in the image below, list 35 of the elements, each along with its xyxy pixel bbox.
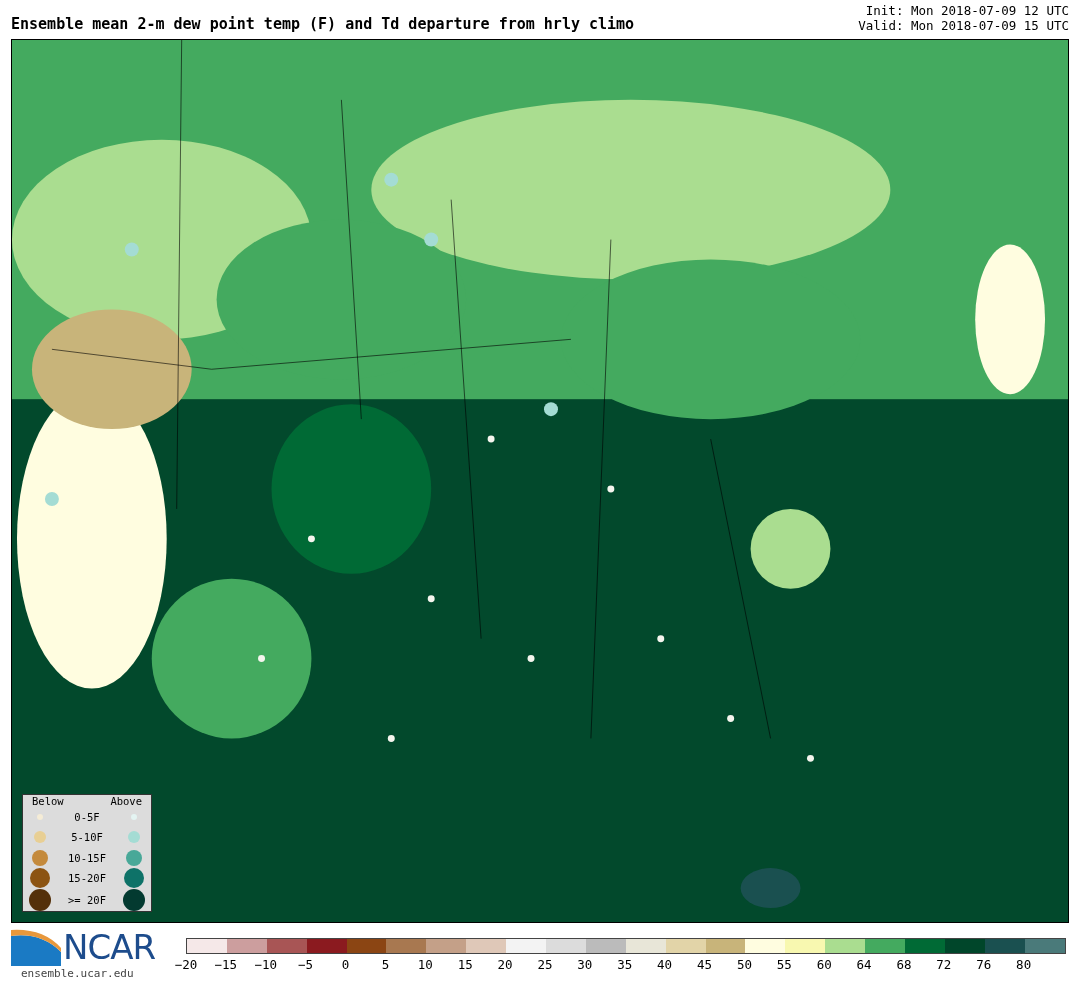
tick-label: 76 [975,957,993,972]
tick-label: 10 [416,957,434,972]
logo-text: NCAR [63,927,156,967]
legend-label: 5-10F [70,831,104,844]
tick-label: −15 [213,957,239,972]
tick-label: 30 [576,957,594,972]
legend-label: 10-15F [67,851,107,864]
tick-label: −10 [253,957,278,972]
tick-label: 45 [696,957,714,972]
below-heading: Below [32,794,64,807]
tick-label: 5 [380,957,391,972]
tick-label: 0 [340,957,351,972]
legend-label: 0-5F [73,810,101,823]
legend-label: 15-20F [67,872,107,885]
tick-label: −20 [173,957,199,972]
tick-label: 40 [656,957,674,972]
tick-label: 25 [536,957,554,972]
tick-label: 35 [616,957,634,972]
tick-label: 72 [935,957,953,972]
valid-time: Valid: Mon 2018-07-09 15 UTC [858,18,1069,33]
tick-label: 50 [735,957,753,972]
chart-title: Ensemble mean 2-m dew point temp (F) and Td departure from hrly climo [11,15,635,33]
tick-label: 64 [855,957,873,972]
tick-label: 80 [1015,957,1033,972]
tick-label: −5 [297,957,315,972]
tick-label: 20 [496,957,514,972]
init-time: Init: Mon 2018-07-09 12 UTC [865,3,1069,18]
tick-label: 68 [895,957,913,972]
logo-swoosh-icon [11,928,61,966]
legend-label: >= 20F [67,893,107,906]
above-heading: Above [110,794,142,807]
site-url: ensemble.ucar.edu [21,967,135,980]
tick-label: 55 [775,957,793,972]
tick-label: 60 [815,957,833,972]
tick-label: 15 [456,957,474,972]
